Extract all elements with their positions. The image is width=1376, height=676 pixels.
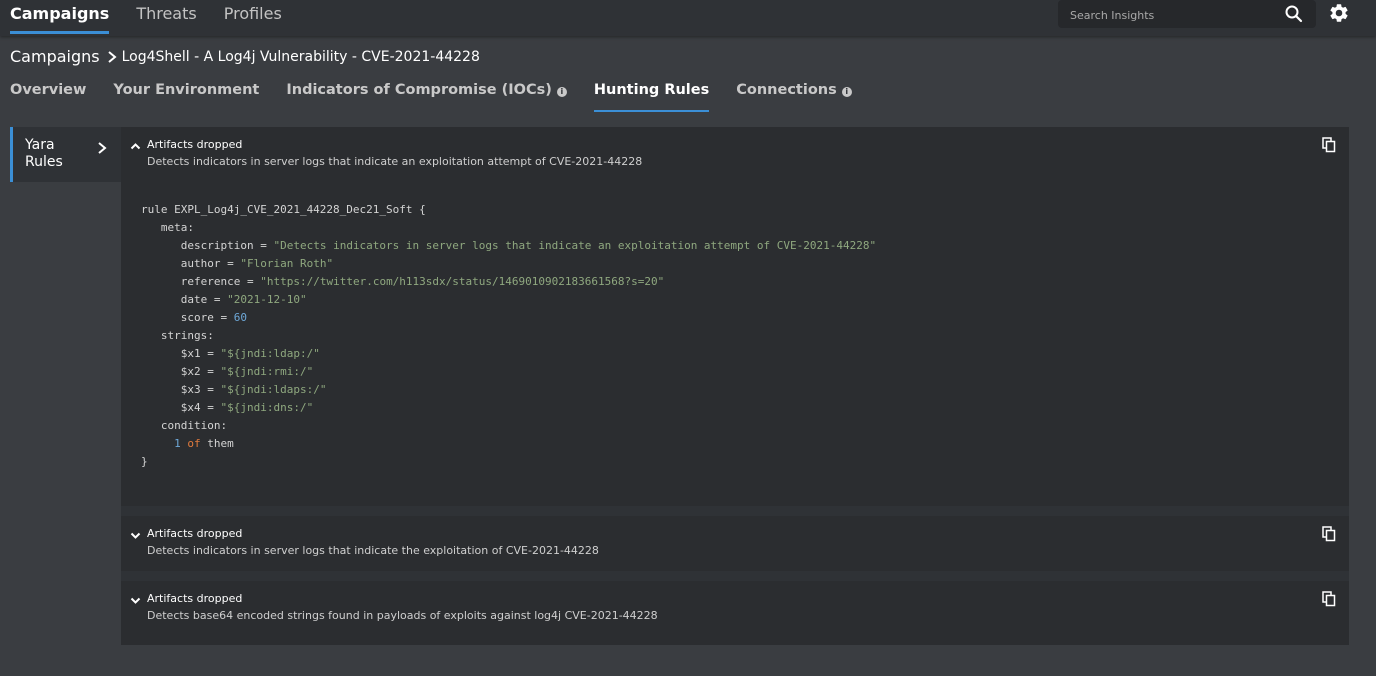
nav-profiles[interactable]: Profiles [224, 0, 282, 28]
code-string: "${jndi:ldaps:/" [220, 383, 327, 396]
tab-label: Indicators of Compromise (IOCs) [286, 82, 552, 98]
chevron-up-icon[interactable] [130, 141, 141, 152]
code-key: description = [180, 239, 274, 252]
code-key: author = [180, 257, 241, 270]
rule-title: Artifacts dropped [147, 527, 243, 540]
code-key: score = [180, 311, 234, 324]
rule-description: Detects base64 encoded strings found in … [147, 609, 658, 622]
breadcrumb: Campaigns Log4Shell - A Log4j Vulnerabil… [10, 47, 480, 66]
search-input[interactable] [1068, 5, 1282, 25]
chevron-down-icon[interactable] [130, 530, 141, 541]
tab-label: Your Environment [113, 82, 260, 98]
code-string: "${jndi:ldap:/" [220, 347, 320, 360]
tab-connections[interactable]: Connections i [736, 82, 852, 112]
rule-item[interactable]: Artifacts dropped Detects base64 encoded… [121, 581, 1349, 641]
search-icon[interactable] [1284, 4, 1304, 24]
code-number: 60 [233, 311, 247, 324]
chevron-right-icon [107, 50, 117, 63]
code-key: $x3 = [180, 383, 221, 396]
sidebar-item-yara-rules[interactable]: Yara Rules [10, 127, 121, 182]
tab-bar: Overview Your Environment Indicators of … [10, 82, 879, 112]
tab-overview[interactable]: Overview [10, 82, 86, 112]
tab-hunting-rules[interactable]: Hunting Rules [593, 82, 710, 112]
copy-icon[interactable] [1322, 137, 1336, 153]
rule-item[interactable]: Artifacts dropped Detects indicators in … [121, 127, 1349, 187]
code-string: "Detects indicators in server logs that … [273, 239, 877, 252]
tab-your-environment[interactable]: Your Environment [113, 82, 259, 112]
code-line: condition: [160, 419, 228, 432]
top-navigation-bar: Campaigns Threats Profiles [0, 0, 1376, 36]
code-keyword: of [187, 437, 201, 450]
breadcrumb-campaigns[interactable]: Campaigns [10, 47, 100, 66]
gear-icon[interactable] [1328, 2, 1350, 24]
copy-icon[interactable] [1322, 526, 1336, 542]
chevron-down-icon[interactable] [130, 595, 141, 606]
code-string: "2021-12-10" [227, 293, 307, 306]
rule-description: Detects indicators in server logs that i… [147, 544, 599, 557]
rule-title: Artifacts dropped [147, 138, 243, 151]
nav-threats[interactable]: Threats [136, 0, 196, 28]
divider [121, 506, 1349, 516]
primary-nav: Campaigns Threats Profiles [10, 0, 309, 36]
code-line: rule EXPL_Log4j_CVE_2021_44228_Dec21_Sof… [141, 203, 426, 216]
rule-code-block: rule EXPL_Log4j_CVE_2021_44228_Dec21_Sof… [141, 201, 876, 471]
info-icon[interactable]: i [556, 87, 567, 97]
code-line: } [141, 455, 148, 468]
chevron-right-icon [98, 142, 107, 154]
code-line: them [207, 437, 234, 450]
code-string: "Florian Roth" [240, 257, 334, 270]
code-number: 1 [174, 437, 181, 450]
info-icon[interactable]: i [841, 87, 852, 97]
tab-label: Overview [10, 82, 87, 98]
tab-iocs[interactable]: Indicators of Compromise (IOCs) i [286, 82, 567, 112]
code-string: "https://twitter.com/h113sdx/status/1469… [260, 275, 665, 288]
tab-label: Hunting Rules [593, 82, 710, 98]
sidebar-item-label: Yara Rules [25, 137, 63, 170]
rule-item[interactable]: Artifacts dropped Detects indicators in … [121, 516, 1349, 571]
rule-title: Artifacts dropped [147, 592, 243, 605]
nav-campaigns[interactable]: Campaigns [10, 0, 110, 34]
code-key: reference = [180, 275, 261, 288]
rules-panel: Artifacts dropped Detects indicators in … [121, 127, 1349, 645]
code-line: meta: [160, 221, 194, 234]
code-key: date = [180, 293, 228, 306]
code-key: $x1 = [180, 347, 221, 360]
copy-icon[interactable] [1322, 591, 1336, 607]
code-line: strings: [160, 329, 214, 342]
search-box [1058, 0, 1316, 28]
code-string: "${jndi:dns:/" [220, 401, 314, 414]
divider [121, 571, 1349, 581]
code-key: $x2 = [180, 365, 221, 378]
rule-description: Detects indicators in server logs that i… [147, 155, 643, 168]
code-string: "${jndi:rmi:/" [220, 365, 314, 378]
code-key: $x4 = [180, 401, 221, 414]
page-title: Log4Shell - A Log4j Vulnerability - CVE-… [121, 48, 480, 65]
tab-label: Connections [736, 82, 837, 98]
